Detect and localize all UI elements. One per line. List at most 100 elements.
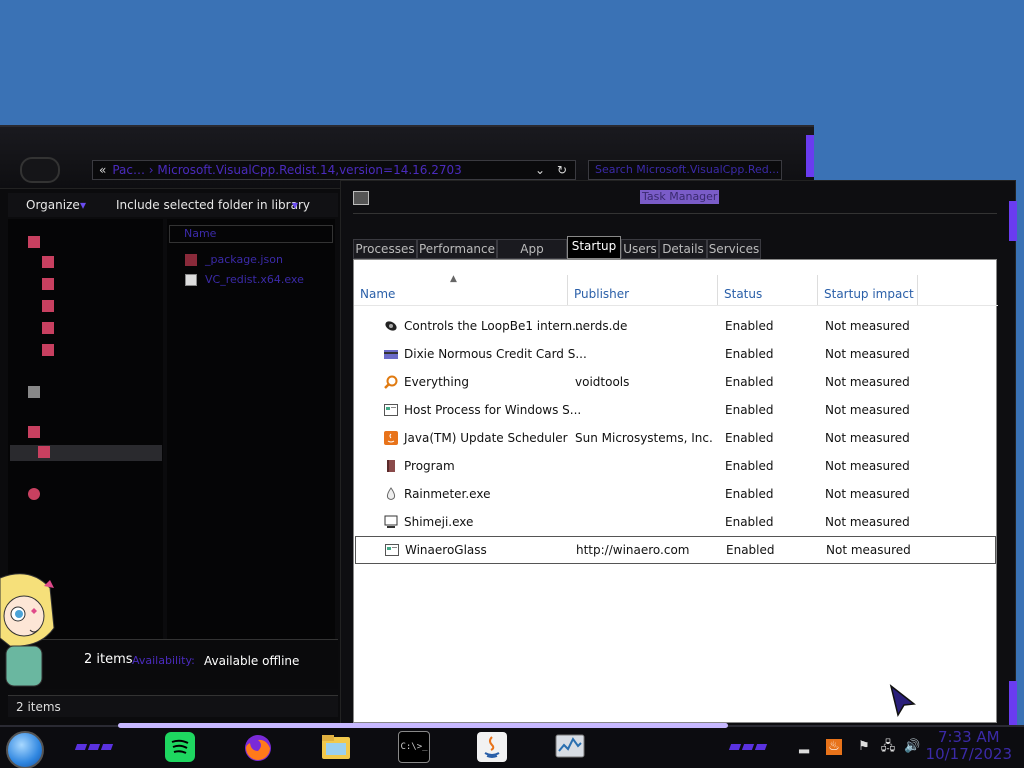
- drive-icon: [38, 446, 50, 458]
- system-clock[interactable]: 7:33 AM 10/17/2023: [926, 729, 1012, 763]
- startup-publisher: Sun Microsystems, Inc.: [575, 431, 713, 445]
- firefox-icon[interactable]: [242, 731, 274, 763]
- window-edge-accent: [1009, 681, 1017, 725]
- action-center-flag-icon[interactable]: ⚑: [856, 739, 872, 755]
- folder-icon: [42, 278, 54, 290]
- nav-item[interactable]: [42, 321, 172, 337]
- startup-name: Java(TM) Update Scheduler: [404, 431, 568, 445]
- table-row[interactable]: Host Process for Windows S... Enabled No…: [354, 396, 998, 424]
- nav-item[interactable]: [42, 255, 172, 271]
- organize-button[interactable]: Organize: [26, 193, 80, 217]
- task-manager-window: Task Manager Processes Performance App h…: [340, 180, 1017, 728]
- column-header-publisher[interactable]: Publisher: [568, 275, 718, 305]
- magnifier-icon: [384, 375, 398, 389]
- include-folder-button[interactable]: Include selected folder in library: [116, 193, 310, 217]
- startup-impact: Not measured: [825, 319, 910, 333]
- header-divider: [354, 305, 998, 306]
- column-header-name[interactable]: Name: [354, 275, 568, 305]
- nav-item[interactable]: [28, 425, 158, 441]
- table-row[interactable]: Controls the LoopBe1 intern... nerds.de …: [354, 312, 998, 340]
- task-manager-icon[interactable]: [554, 731, 586, 763]
- startup-name: Everything: [404, 375, 469, 389]
- table-row-selected[interactable]: WinaeroGlass http://winaero.com Enabled …: [355, 536, 996, 564]
- nav-item[interactable]: [42, 343, 172, 359]
- startup-list: ▲ Name Publisher Status Startup impact C…: [353, 259, 998, 723]
- search-input[interactable]: Search Microsoft.VisualCpp.Red...: [588, 160, 782, 180]
- startup-name: Controls the LoopBe1 intern...: [404, 319, 584, 333]
- taskbar-decoration: [74, 739, 116, 750]
- network-icon[interactable]: 🖧: [880, 739, 896, 755]
- nav-item[interactable]: [28, 487, 158, 503]
- folder-icon: [42, 256, 54, 268]
- tab-processes[interactable]: Processes: [353, 239, 417, 259]
- column-name-header[interactable]: Name: [169, 225, 333, 243]
- start-orb-button[interactable]: [6, 731, 44, 768]
- tab-services[interactable]: Services: [707, 239, 761, 259]
- task-manager-icon: [353, 191, 369, 205]
- java-icon: [384, 431, 398, 445]
- window-edge-accent: [806, 135, 814, 177]
- startup-name: Rainmeter.exe: [404, 487, 491, 501]
- clock-date: 10/17/2023: [925, 745, 1012, 763]
- taskbar-accent: [118, 723, 728, 728]
- show-hidden-icons[interactable]: ▂: [796, 739, 812, 755]
- list-item[interactable]: VC_redist.x64.exe: [185, 273, 304, 286]
- file-name: VC_redist.x64.exe: [205, 273, 304, 286]
- taskbar: C:\>_ ▂ ♨ ⚑ 🖧 🔊 7:33 AM 10/17/2023: [0, 723, 1024, 768]
- address-bar[interactable]: « Pac… › Microsoft.VisualCpp.Redist.14,ve…: [92, 160, 576, 180]
- tab-performance[interactable]: Performance: [417, 239, 497, 259]
- column-header-startup-impact[interactable]: Startup impact: [818, 275, 918, 305]
- computer-icon: [28, 426, 40, 438]
- book-icon: [387, 460, 395, 472]
- chevron-down-icon[interactable]: ⌄: [535, 161, 545, 179]
- nav-item-selected[interactable]: [10, 445, 162, 461]
- table-row[interactable]: Dixie Normous Credit Card S... Enabled N…: [354, 340, 998, 368]
- startup-publisher: nerds.de: [575, 319, 628, 333]
- startup-status: Enabled: [725, 487, 774, 501]
- drop-icon: [386, 487, 396, 500]
- clock-time: 7:33 AM: [937, 728, 1000, 746]
- monitor-icon: [384, 515, 398, 528]
- list-item[interactable]: _package.json: [185, 253, 283, 266]
- mouse-cursor-icon: [889, 684, 916, 717]
- tab-app-history[interactable]: App history: [497, 239, 567, 274]
- nav-item[interactable]: [42, 299, 172, 315]
- speaker-icon: [385, 321, 397, 331]
- nav-item[interactable]: [42, 277, 172, 293]
- back-forward-orb[interactable]: [20, 157, 60, 183]
- window-icon: [385, 544, 399, 556]
- startup-status: Enabled: [725, 375, 774, 389]
- startup-status: Enabled: [725, 431, 774, 445]
- column-header-status[interactable]: Status: [718, 275, 818, 305]
- tab-startup[interactable]: Startup: [567, 236, 621, 259]
- nav-item[interactable]: [28, 385, 158, 401]
- volume-icon[interactable]: 🔊: [904, 739, 920, 755]
- startup-status: Enabled: [725, 347, 774, 361]
- tab-details[interactable]: Details: [659, 239, 707, 259]
- file-list: Name _package.json VC_redist.x64.exe: [167, 219, 335, 639]
- startup-name: Host Process for Windows S...: [404, 403, 582, 417]
- spotify-icon[interactable]: [164, 731, 196, 763]
- command-prompt-icon[interactable]: C:\>_: [398, 731, 430, 763]
- startup-impact: Not measured: [825, 403, 910, 417]
- java-icon[interactable]: [476, 731, 508, 763]
- homegroup-icon: [28, 386, 40, 398]
- startup-status: Enabled: [725, 319, 774, 333]
- exe-file-icon: [185, 274, 197, 286]
- startup-impact: Not measured: [825, 375, 910, 389]
- table-row[interactable]: Program Enabled Not measured: [354, 452, 998, 480]
- table-row[interactable]: Rainmeter.exe Enabled Not measured: [354, 480, 998, 508]
- startup-name: Shimeji.exe: [404, 515, 474, 529]
- menu-bar: [353, 213, 997, 233]
- tab-users[interactable]: Users: [621, 239, 659, 259]
- folder-icon: [28, 236, 40, 248]
- nav-item[interactable]: [28, 235, 158, 251]
- startup-status: Enabled: [725, 515, 774, 529]
- refresh-icon[interactable]: ↻: [557, 161, 567, 179]
- table-row[interactable]: Shimeji.exe Enabled Not measured: [354, 508, 998, 536]
- file-explorer-icon[interactable]: [320, 731, 352, 763]
- table-row[interactable]: Everything voidtools Enabled Not measure…: [354, 368, 998, 396]
- window-icon: [384, 404, 398, 416]
- table-row[interactable]: Java(TM) Update Scheduler Sun Microsyste…: [354, 424, 998, 452]
- java-tray-icon[interactable]: ♨: [826, 739, 842, 755]
